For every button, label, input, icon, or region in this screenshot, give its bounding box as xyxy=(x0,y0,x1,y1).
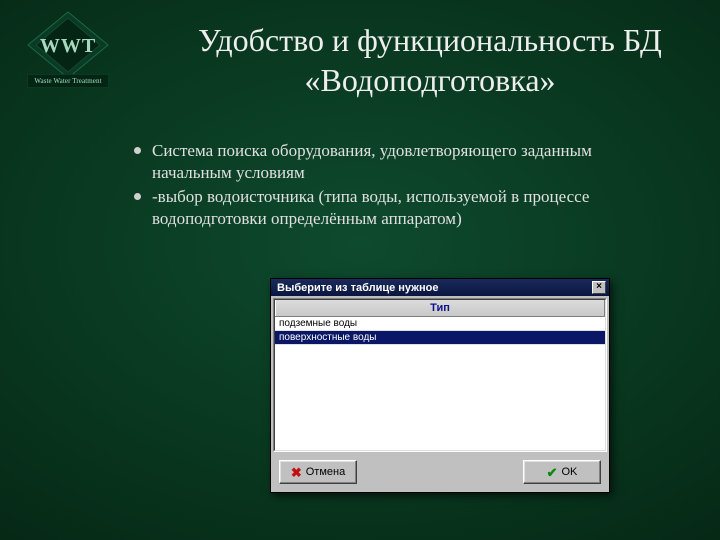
page-title: Удобство и функциональность БД «Водоподг… xyxy=(160,20,700,100)
table-row[interactable]: поверхностные воды xyxy=(275,331,605,345)
grid-header: Тип xyxy=(275,300,605,317)
diamond-icon: WWT xyxy=(22,10,114,80)
grid-container: Тип подземные воды поверхностные воды xyxy=(273,298,607,452)
dialog-title: Выберите из таблице нужное xyxy=(277,282,438,294)
cancel-label: Отмена xyxy=(306,466,345,478)
svg-text:WWT: WWT xyxy=(40,35,96,57)
bullet-list: Система поиска оборудования, удовлетворя… xyxy=(130,140,675,232)
list-item: -выбор водоисточника (типа воды, использ… xyxy=(130,186,675,230)
cancel-button[interactable]: ✖ Отмена xyxy=(279,460,357,484)
list-item: Система поиска оборудования, удовлетворя… xyxy=(130,140,675,184)
cancel-x-icon: ✖ xyxy=(291,466,302,479)
ok-check-icon: ✔ xyxy=(547,466,558,479)
ok-label: OK xyxy=(562,466,578,478)
table-row[interactable]: подземные воды xyxy=(275,317,605,331)
close-icon[interactable]: × xyxy=(592,281,606,294)
selection-dialog: Выберите из таблице нужное × Тип подземн… xyxy=(270,278,610,493)
logo-emblem: WWT Waste Water Treatment xyxy=(18,10,118,100)
dialog-button-bar: ✖ Отмена ✔ OK xyxy=(271,454,609,492)
ok-button[interactable]: ✔ OK xyxy=(523,460,601,484)
dialog-titlebar: Выберите из таблице нужное × xyxy=(271,279,609,296)
grid-body[interactable]: подземные воды поверхностные воды xyxy=(275,317,605,450)
column-header-type[interactable]: Тип xyxy=(275,300,605,316)
logo-subtext: Waste Water Treatment xyxy=(27,74,108,88)
